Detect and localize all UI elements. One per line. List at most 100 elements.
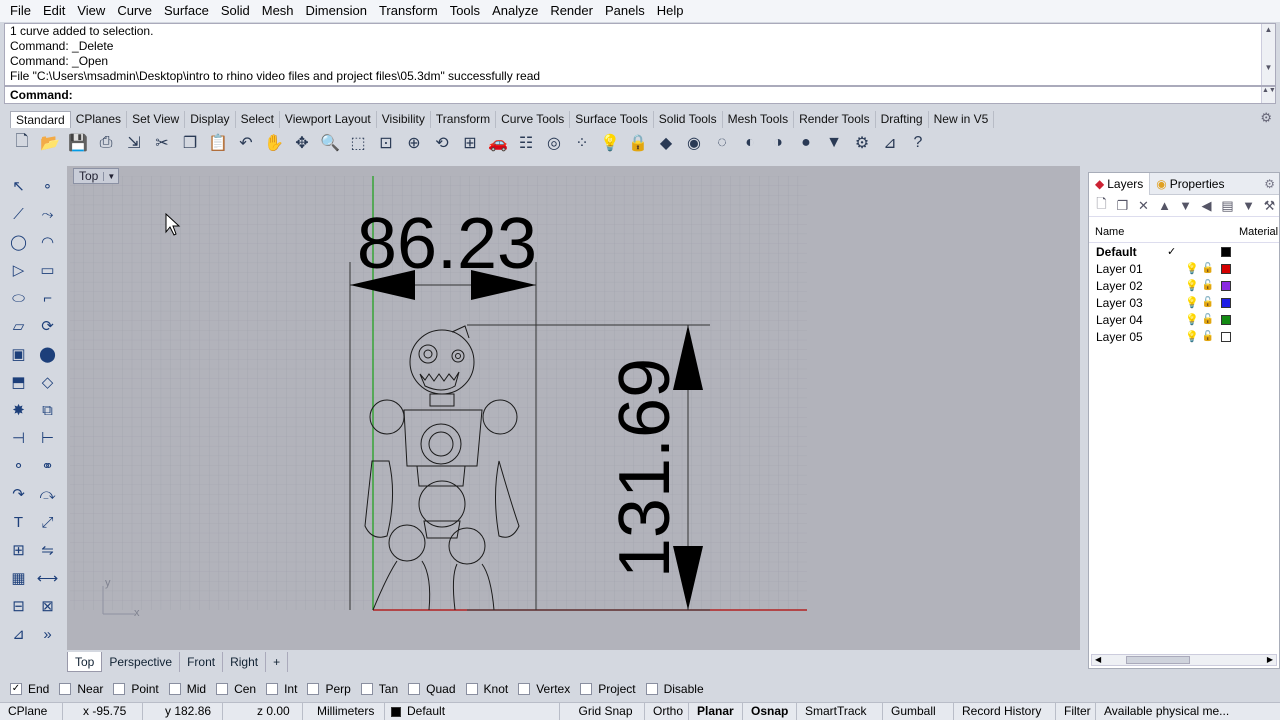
blend-icon[interactable]: ⤼ [33, 480, 62, 508]
status-layer[interactable]: Default [385, 703, 560, 720]
loft-icon[interactable]: ◇ [33, 368, 62, 396]
tab-mesh-tools[interactable]: Mesh Tools [723, 111, 795, 128]
delete-layer-icon[interactable]: ✕ [1135, 198, 1152, 214]
more-icon[interactable]: » [33, 620, 62, 648]
tab-set-view[interactable]: Set View [127, 111, 186, 128]
viewport-canvas[interactable]: 86.23 131.69 y x [67, 166, 1080, 650]
ellipse-icon[interactable]: ⬭ [4, 284, 33, 312]
osnap-end[interactable]: ✓ End [10, 682, 49, 696]
properties-icon[interactable]: ☷ [514, 131, 538, 155]
polyline-icon[interactable]: ⟋ [4, 200, 33, 228]
menu-dimension[interactable]: Dimension [300, 0, 373, 22]
panel-gear-icon[interactable]: ⚙ [1264, 177, 1279, 191]
extrude-icon[interactable]: ⬒ [4, 368, 33, 396]
tab-new-in-v5[interactable]: New in V5 [929, 111, 995, 128]
zoom-icon[interactable]: 🔍 [318, 131, 342, 155]
car-icon[interactable]: 🚗 [486, 131, 510, 155]
layer-color-swatch[interactable] [1221, 297, 1231, 308]
record-history-toggle[interactable]: Record History [954, 703, 1056, 720]
tab-render-tools[interactable]: Render Tools [794, 111, 876, 128]
layer-row[interactable]: Layer 04 💡 🔓 [1089, 311, 1279, 328]
tab-properties[interactable]: ◉ Properties [1150, 173, 1230, 195]
osnap-checkbox[interactable] [360, 683, 373, 695]
lock-icon[interactable]: 🔒 [626, 131, 650, 155]
menu-view[interactable]: View [71, 0, 111, 22]
command-scrollbar[interactable]: ▲▼ [1261, 87, 1276, 103]
osnap-checkbox[interactable]: ✓ [10, 683, 22, 695]
tab-surface-tools[interactable]: Surface Tools [570, 111, 654, 128]
ungroup-icon[interactable]: ⚭ [33, 452, 62, 480]
layer-color-swatch[interactable] [1221, 314, 1231, 325]
settings-icon[interactable]: ⚙ [850, 131, 874, 155]
select-arrow-icon[interactable]: ↖ [4, 172, 33, 200]
wireframe-sphere-icon[interactable]: ◌ [710, 131, 734, 155]
trim-icon[interactable]: ⊣ [4, 424, 33, 452]
osnap-toggle[interactable]: Osnap [743, 703, 797, 720]
tab-curve-tools[interactable]: Curve Tools [496, 111, 571, 128]
layer-color-swatch[interactable] [1221, 280, 1231, 291]
menu-solid[interactable]: Solid [215, 0, 256, 22]
osnap-perp[interactable]: Perp [307, 682, 351, 696]
render-icon[interactable]: ▼ [822, 131, 846, 155]
osnap-checkbox[interactable] [113, 683, 126, 695]
menu-file[interactable]: File [4, 0, 37, 22]
tab-display[interactable]: Display [185, 111, 236, 128]
unlock-icon[interactable]: 🔓 [1199, 280, 1217, 291]
viewport-title[interactable]: Top ▼ [73, 168, 120, 184]
tab-visibility[interactable]: Visibility [377, 111, 431, 128]
group-icon[interactable]: ⚬ [4, 452, 33, 480]
scale-icon[interactable]: ⤢ [33, 508, 62, 536]
layer-icon[interactable]: ◆ [654, 131, 678, 155]
new-layer-icon[interactable]: 🗋 [1093, 195, 1110, 217]
layer-color-swatch[interactable] [1221, 263, 1231, 274]
viewport-tab-top[interactable]: Top [67, 652, 103, 672]
layer-color-swatch[interactable] [1221, 246, 1231, 257]
layer-row[interactable]: Layer 03 💡 🔓 [1089, 294, 1279, 311]
tab-cplanes[interactable]: CPlanes [71, 111, 128, 128]
print-icon[interactable]: ⎙ [94, 131, 118, 155]
ortho-toggle[interactable]: Ortho [645, 703, 689, 720]
osnap-quad[interactable]: Quad [408, 682, 456, 696]
command-prompt[interactable]: Command: ▲▼ [4, 86, 1276, 104]
menu-render[interactable]: Render [544, 0, 599, 22]
menu-tools[interactable]: Tools [444, 0, 486, 22]
revolve-icon[interactable]: ⟳ [33, 312, 62, 340]
lightbulb-icon[interactable]: 💡 [1185, 330, 1199, 343]
zoom-window-icon[interactable]: ⬚ [346, 131, 370, 155]
osnap-checkbox[interactable] [216, 683, 229, 695]
status-cplane[interactable]: CPlane [0, 703, 63, 720]
osnap-vertex[interactable]: Vertex [518, 682, 570, 696]
osnap-checkbox[interactable] [59, 683, 72, 695]
osnap-near[interactable]: Near [59, 682, 103, 696]
four-viewports-icon[interactable]: ⊞ [458, 131, 482, 155]
zoom-extents-icon[interactable]: ⊡ [374, 131, 398, 155]
box-icon[interactable]: ▣ [4, 340, 33, 368]
mirror-icon[interactable]: ⇋ [33, 536, 62, 564]
tab-select[interactable]: Select [236, 111, 280, 128]
light-icon[interactable]: 💡 [598, 131, 622, 155]
save-icon[interactable]: 💾 [66, 131, 90, 155]
sphere-icon[interactable]: ⬤ [33, 340, 62, 368]
smarttrack-toggle[interactable]: SmartTrack [797, 703, 883, 720]
osnap-tan[interactable]: Tan [360, 682, 398, 696]
lightbulb-icon[interactable]: 💡 [1185, 296, 1199, 309]
rotate-view-icon[interactable]: ⟲ [430, 131, 454, 155]
osnap-checkbox[interactable] [307, 683, 320, 695]
gumball-toggle[interactable]: Gumball [883, 703, 954, 720]
history-scrollbar[interactable]: ▲ ▼ [1261, 24, 1275, 85]
move-parent-icon[interactable]: ◀ [1198, 198, 1215, 214]
tab-standard[interactable]: Standard [10, 111, 71, 128]
viewport-tab-front[interactable]: Front [180, 652, 224, 672]
osnap-checkbox[interactable] [465, 683, 478, 695]
surface-icon[interactable]: ▱ [4, 312, 33, 340]
filter-toggle[interactable]: Filter [1056, 703, 1096, 720]
osnap-icon[interactable]: ◎ [542, 131, 566, 155]
points-icon[interactable]: ⁘ [570, 131, 594, 155]
dimension-icon[interactable]: ⟷ [33, 564, 62, 592]
tab-viewport-layout[interactable]: Viewport Layout [280, 111, 377, 128]
pan-icon[interactable]: ✋ [262, 131, 286, 155]
array-icon[interactable]: ⊞ [4, 536, 33, 564]
lightbulb-icon[interactable]: 💡 [1185, 279, 1199, 292]
color-wheel-icon[interactable]: ◉ [682, 131, 706, 155]
rendered-sphere-icon[interactable]: ◑ [766, 131, 790, 155]
